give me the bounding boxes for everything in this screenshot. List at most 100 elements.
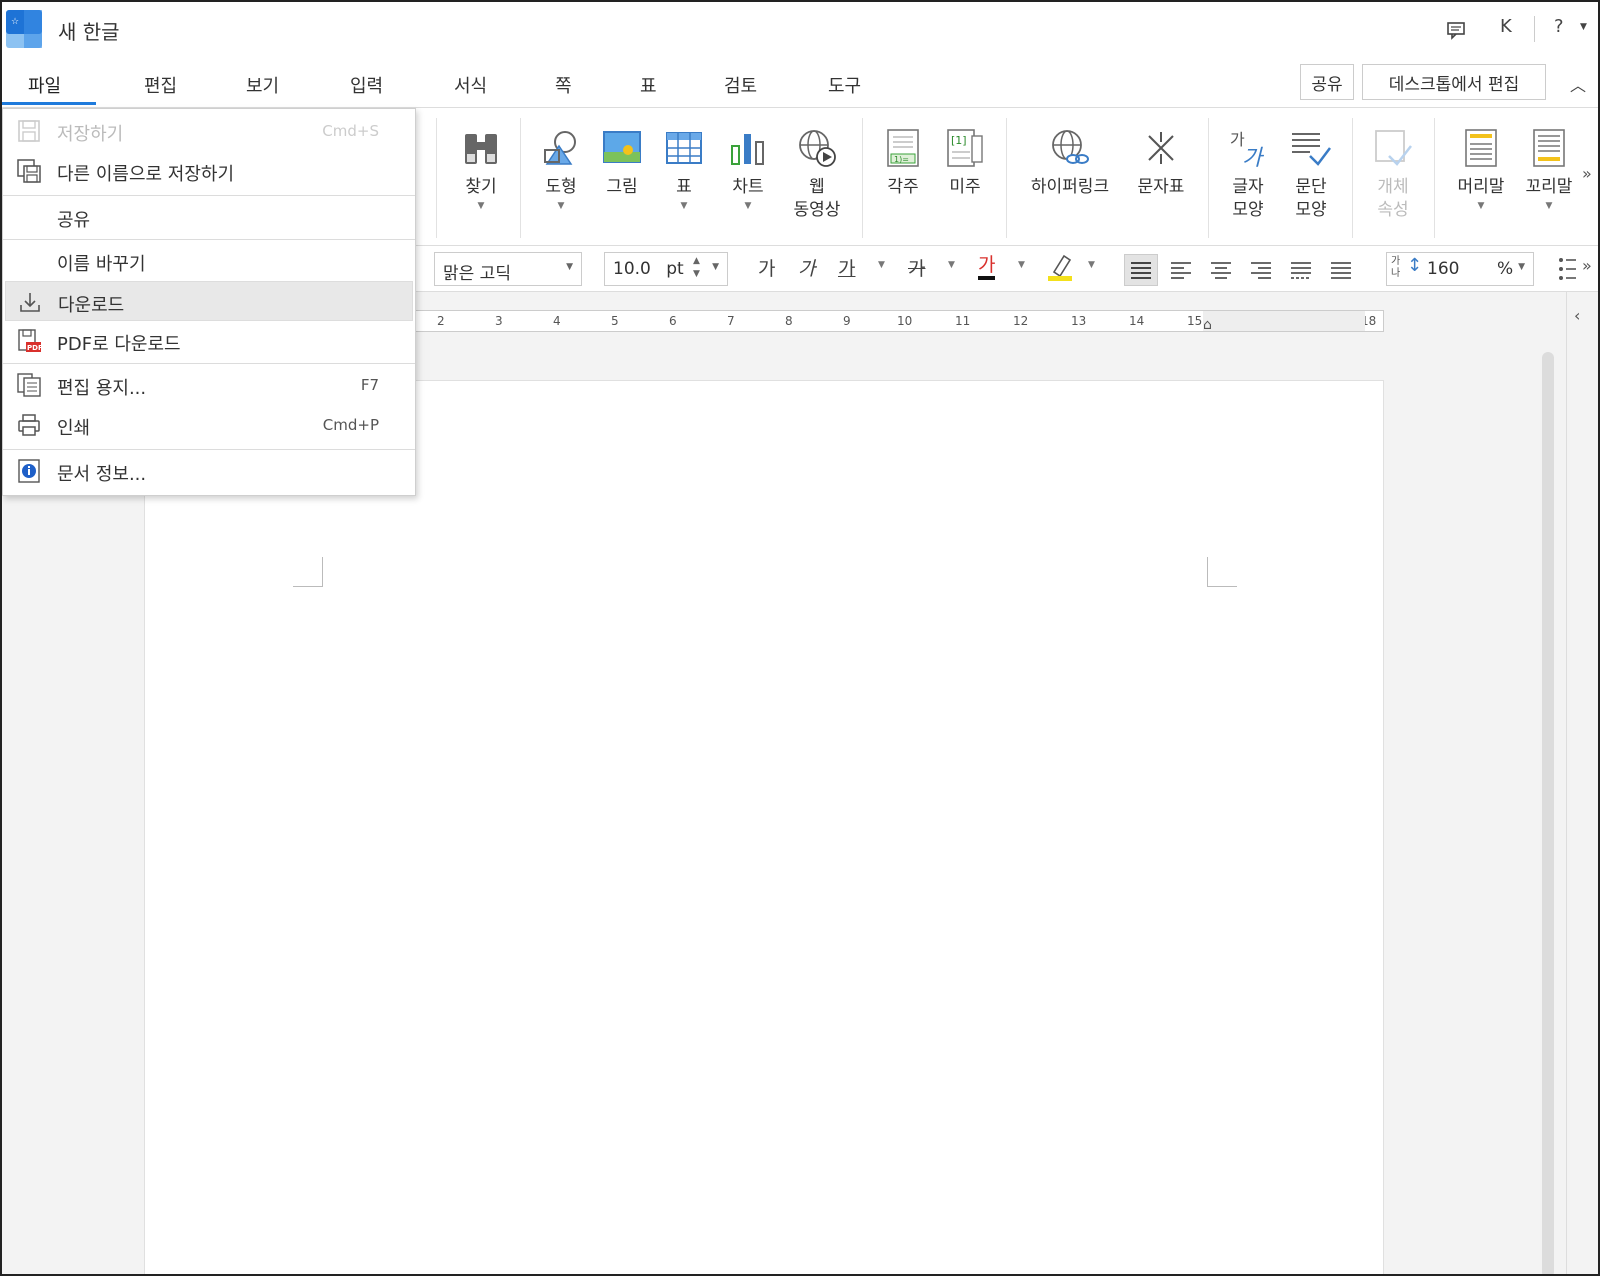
help-dropdown-icon[interactable]: ▼ [1580,22,1587,32]
tab-edit[interactable]: 편집 [144,72,177,98]
underline-button[interactable]: 가 [838,254,855,281]
list-icon[interactable] [1558,256,1578,282]
para-shape-icon [1292,133,1331,166]
endnote-button[interactable]: [1] 미주 [940,120,990,199]
align-split-button[interactable] [1324,254,1358,286]
endnote-icon: [1] [947,129,983,167]
line-spacing-icon: 가나 [1391,256,1401,279]
tab-page[interactable]: 쪽 [555,72,572,98]
menu-separator [3,195,415,196]
char-shape-button[interactable]: 가가 글자 모양 [1224,120,1272,222]
align-distribute-button[interactable] [1284,254,1318,286]
header-dropdown-icon[interactable]: ▼ [1450,199,1512,213]
shape-dropdown-icon[interactable]: ▼ [534,199,588,213]
shape-button[interactable]: 도형 ▼ [534,120,588,213]
tab-review[interactable]: 검토 [724,72,757,98]
footer-icon [1533,129,1565,167]
footnote-label: 각주 [887,177,919,197]
web-video-label-2: 동영상 [793,200,841,220]
ribbon-more-icon[interactable]: » [1582,164,1592,183]
user-avatar[interactable]: K [1500,16,1512,37]
strikethrough-dropdown-icon[interactable]: ▼ [948,260,955,270]
edit-in-desktop-button[interactable]: 데스크톱에서 편집 [1362,64,1546,100]
tab-format[interactable]: 서식 [454,72,487,98]
bold-button[interactable]: 가 [758,254,775,281]
web-video-button[interactable]: 웹 동영상 [784,120,850,222]
tab-table[interactable]: 표 [640,72,657,98]
chart-dropdown-icon[interactable]: ▼ [724,199,772,213]
align-justify-button[interactable] [1124,254,1158,286]
font-size-input[interactable]: 10.0 pt ▲ ▼ ▼ [604,252,728,286]
menu-item-page-setup[interactable]: 편집 용지... F7 [3,365,415,405]
highlight-dropdown-icon[interactable]: ▼ [1088,260,1095,270]
line-spacing-input[interactable]: 가나 ↕ 160 % ▼ [1386,252,1534,286]
save-as-icon [17,159,41,183]
menu-item-download[interactable]: 다운로드 [5,281,413,321]
charmap-button[interactable]: 문자표 [1130,120,1192,199]
font-family-select[interactable]: 맑은 고딕 ▼ [434,252,582,286]
find-dropdown-icon[interactable]: ▼ [454,199,508,213]
help-button[interactable]: ? [1554,16,1564,37]
header-icon [1465,129,1497,167]
ruler-margin-marker[interactable] [1203,311,1365,331]
align-center-button[interactable] [1204,254,1238,286]
file-menu: 저장하기 Cmd+S 다른 이름으로 저장하기 공유 이름 바꾸기 다운로드 P… [2,108,416,496]
menu-label: 저장하기 [57,124,124,145]
menu-item-share[interactable]: 공유 [3,197,415,237]
find-button[interactable]: 찾기 ▼ [454,120,508,213]
strikethrough-button[interactable]: 가 [908,254,925,281]
align-left-button[interactable] [1164,254,1198,286]
hyperlink-button[interactable]: 하이퍼링크 [1022,120,1118,199]
comment-icon[interactable] [1446,20,1466,40]
menu-item-download-pdf[interactable]: PDF PDF로 다운로드 [3,321,415,361]
footer-dropdown-icon[interactable]: ▼ [1518,199,1580,213]
font-size-stepper-icon[interactable]: ▲ ▼ [693,255,700,281]
font-size-unit: pt [666,259,684,279]
highlight-icon[interactable] [1046,252,1074,282]
menu-item-save[interactable]: 저장하기 Cmd+S [3,111,415,151]
font-color-dropdown-icon[interactable]: ▼ [1018,260,1025,270]
divider [862,118,863,238]
font-size-value: 10.0 [613,259,651,279]
toolbar-more-icon[interactable]: » [1582,256,1592,275]
align-center-icon [1211,262,1231,279]
align-right-button[interactable] [1244,254,1278,286]
italic-button[interactable]: 가 [798,254,815,281]
menu-item-save-as[interactable]: 다른 이름으로 저장하기 [3,151,415,191]
side-panel-toggle-icon[interactable]: ‹ [1574,306,1580,325]
menu-item-print[interactable]: 인쇄 Cmd+P [3,405,415,445]
collapse-ribbon-icon[interactable]: ︿ [1570,72,1586,96]
charmap-icon [1148,132,1174,164]
tab-insert[interactable]: 입력 [350,72,383,98]
object-properties-button[interactable]: 개체 속성 [1368,120,1418,222]
menu-item-rename[interactable]: 이름 바꾸기 [3,241,415,281]
svg-text:1)=: 1)= [894,155,909,164]
footnote-button[interactable]: 1)= 각주 [878,120,928,199]
font-color-button[interactable]: 가 [978,254,996,280]
ruler-mark: 10 [897,314,913,328]
table-button[interactable]: 표 ▼ [662,120,706,213]
align-right-icon [1251,262,1271,279]
document-page[interactable] [144,380,1384,1274]
footer-button[interactable]: 꼬리말 ▼ [1518,120,1580,213]
object-properties-label-2: 속성 [1377,200,1409,220]
horizontal-ruler[interactable]: 2 3 4 5 6 7 8 9 10 11 12 13 14 15 16 17 … [382,310,1384,333]
picture-button[interactable]: 그림 [598,120,646,199]
para-shape-label-2: 모양 [1295,200,1327,220]
tab-view[interactable]: 보기 [246,72,279,98]
vertical-scrollbar[interactable] [1542,352,1554,1274]
shape-label: 도형 [545,177,577,197]
tab-tools[interactable]: 도구 [828,72,861,98]
menu-item-document-info[interactable]: 문서 정보... [3,451,415,491]
shortcut-label: F7 [360,376,379,394]
underline-dropdown-icon[interactable]: ▼ [878,260,885,270]
header-button[interactable]: 머리말 ▼ [1450,120,1512,213]
para-shape-button[interactable]: 문단 모양 [1286,120,1336,222]
tab-file[interactable]: 파일 [28,72,61,98]
share-button[interactable]: 공유 [1300,64,1354,100]
font-family-value: 맑은 고딕 [443,264,511,284]
ruler-mark: 4 [553,314,561,328]
chart-button[interactable]: 차트 ▼ [724,120,772,213]
indent-marker-icon[interactable]: ⌂ [1203,317,1212,333]
table-dropdown-icon[interactable]: ▼ [662,199,706,213]
